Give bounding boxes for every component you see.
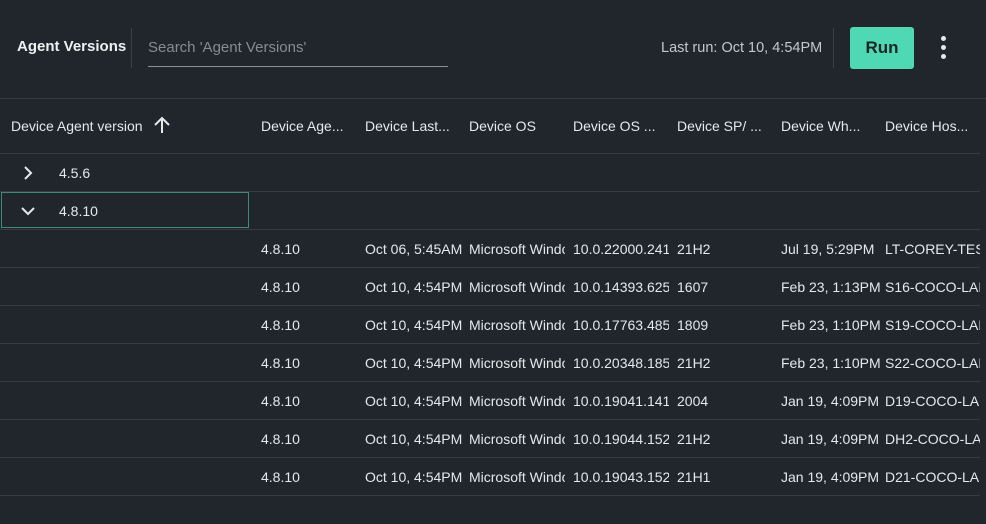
cell-os: Microsoft Windows	[469, 431, 565, 447]
column-header-sp[interactable]: Device SP/ ...	[677, 118, 773, 134]
cell-os-version: 10.0.19044.1526	[573, 431, 669, 447]
cell-when: Jan 19, 4:09PM	[781, 393, 880, 409]
table-row[interactable]: 4.8.10 Oct 06, 5:45AM Microsoft Windows …	[0, 230, 980, 268]
cell-os-version: 10.0.19043.1526	[573, 469, 669, 485]
cell-os: Microsoft Windows	[469, 355, 565, 371]
table-header: Device Agent version Device Age... Devic…	[0, 99, 980, 154]
search-field[interactable]	[148, 30, 448, 67]
cell-os: Microsoft Windows	[469, 279, 565, 295]
cell-agent-version: 4.8.10	[261, 469, 300, 485]
cell-sp: 21H1	[677, 469, 711, 485]
cell-os: Microsoft Windows	[469, 469, 565, 485]
cell-host: D19-COCO-LAB	[885, 393, 980, 409]
cell-last-seen: Oct 10, 4:54PM	[365, 355, 463, 371]
cell-agent-version: 4.8.10	[261, 279, 300, 295]
table-row[interactable]: 4.8.10 Oct 10, 4:54PM Microsoft Windows …	[0, 420, 980, 458]
cell-host: LT-COREY-TEST	[885, 241, 980, 257]
divider	[131, 28, 132, 68]
cell-last-seen: Oct 10, 4:54PM	[365, 279, 463, 295]
table-row[interactable]: 4.8.10 Oct 10, 4:54PM Microsoft Windows …	[0, 268, 980, 306]
cell-os-version: 10.0.20348.1850	[573, 355, 669, 371]
run-button[interactable]: Run	[850, 27, 914, 69]
divider	[833, 28, 834, 68]
cell-os: Microsoft Windows	[469, 393, 565, 409]
cell-last-seen: Oct 06, 5:45AM	[365, 241, 463, 257]
cell-agent-version: 4.8.10	[261, 241, 300, 257]
more-options-icon[interactable]	[932, 34, 954, 62]
cell-sp: 21H2	[677, 241, 711, 257]
column-header-agent-version[interactable]: Device Agent version	[11, 118, 151, 134]
cell-last-seen: Oct 10, 4:54PM	[365, 469, 463, 485]
column-header-os[interactable]: Device OS	[469, 118, 565, 134]
cell-agent-version: 4.8.10	[261, 393, 300, 409]
cell-when: Jan 19, 4:09PM	[781, 431, 880, 447]
group-row[interactable]: 4.5.6	[0, 154, 980, 192]
cell-os-version: 10.0.14393.6252	[573, 279, 669, 295]
cell-host: DH2-COCO-LAB	[885, 431, 980, 447]
table-row[interactable]: 4.8.10 Oct 10, 4:54PM Microsoft Windows …	[0, 458, 980, 496]
last-run-text: Last run: Oct 10, 4:54PM	[661, 40, 823, 56]
cell-last-seen: Oct 10, 4:54PM	[365, 431, 463, 447]
cell-sp: 1607	[677, 279, 709, 295]
cell-sp: 1809	[677, 317, 709, 333]
focused-cell-outline	[1, 192, 249, 228]
column-header-last[interactable]: Device Last...	[365, 118, 461, 134]
cell-when: Feb 23, 1:10PM	[781, 355, 880, 371]
cell-last-seen: Oct 10, 4:54PM	[365, 317, 463, 333]
group-label: 4.5.6	[59, 165, 91, 181]
cell-os-version: 10.0.22000.2416	[573, 241, 669, 257]
cell-when: Feb 23, 1:13PM	[781, 279, 880, 295]
cell-last-seen: Oct 10, 4:54PM	[365, 393, 463, 409]
cell-sp: 21H2	[677, 355, 711, 371]
cell-when: Feb 23, 1:10PM	[781, 317, 880, 333]
column-header-os-version[interactable]: Device OS ...	[573, 118, 669, 134]
table-row[interactable]: 4.8.10 Oct 10, 4:54PM Microsoft Windows …	[0, 382, 980, 420]
cell-os-version: 10.0.19041.1415	[573, 393, 669, 409]
cell-os: Microsoft Windows	[469, 241, 565, 257]
cell-host: S19-COCO-LAB	[885, 317, 980, 333]
cell-agent-version: 4.8.10	[261, 355, 300, 371]
cell-os: Microsoft Windows	[469, 317, 565, 333]
cell-agent-version: 4.8.10	[261, 431, 300, 447]
search-input[interactable]	[148, 30, 448, 64]
cell-when: Jan 19, 4:09PM	[781, 469, 880, 485]
cell-os-version: 10.0.17763.4851	[573, 317, 669, 333]
column-header-when[interactable]: Device Wh...	[781, 118, 877, 134]
column-header-host[interactable]: Device Hos...	[885, 118, 980, 134]
table-row[interactable]: 4.8.10 Oct 10, 4:54PM Microsoft Windows …	[0, 306, 980, 344]
cell-when: Jul 19, 5:29PM	[781, 241, 875, 257]
cell-host: D21-COCO-LAB	[885, 469, 980, 485]
page-title: Agent Versions	[17, 38, 127, 55]
toolbar: Agent Versions Last run: Oct 10, 4:54PM …	[0, 0, 986, 99]
chevron-right-icon[interactable]	[18, 163, 38, 183]
cell-sp: 21H2	[677, 431, 711, 447]
cell-agent-version: 4.8.10	[261, 317, 300, 333]
cell-sp: 2004	[677, 393, 709, 409]
cell-host: S22-COCO-LAB	[885, 355, 980, 371]
sort-ascending-icon[interactable]	[153, 115, 171, 135]
column-header-agent[interactable]: Device Age...	[261, 118, 357, 134]
table-row[interactable]: 4.8.10 Oct 10, 4:54PM Microsoft Windows …	[0, 344, 980, 382]
cell-host: S16-COCO-LAB	[885, 279, 980, 295]
